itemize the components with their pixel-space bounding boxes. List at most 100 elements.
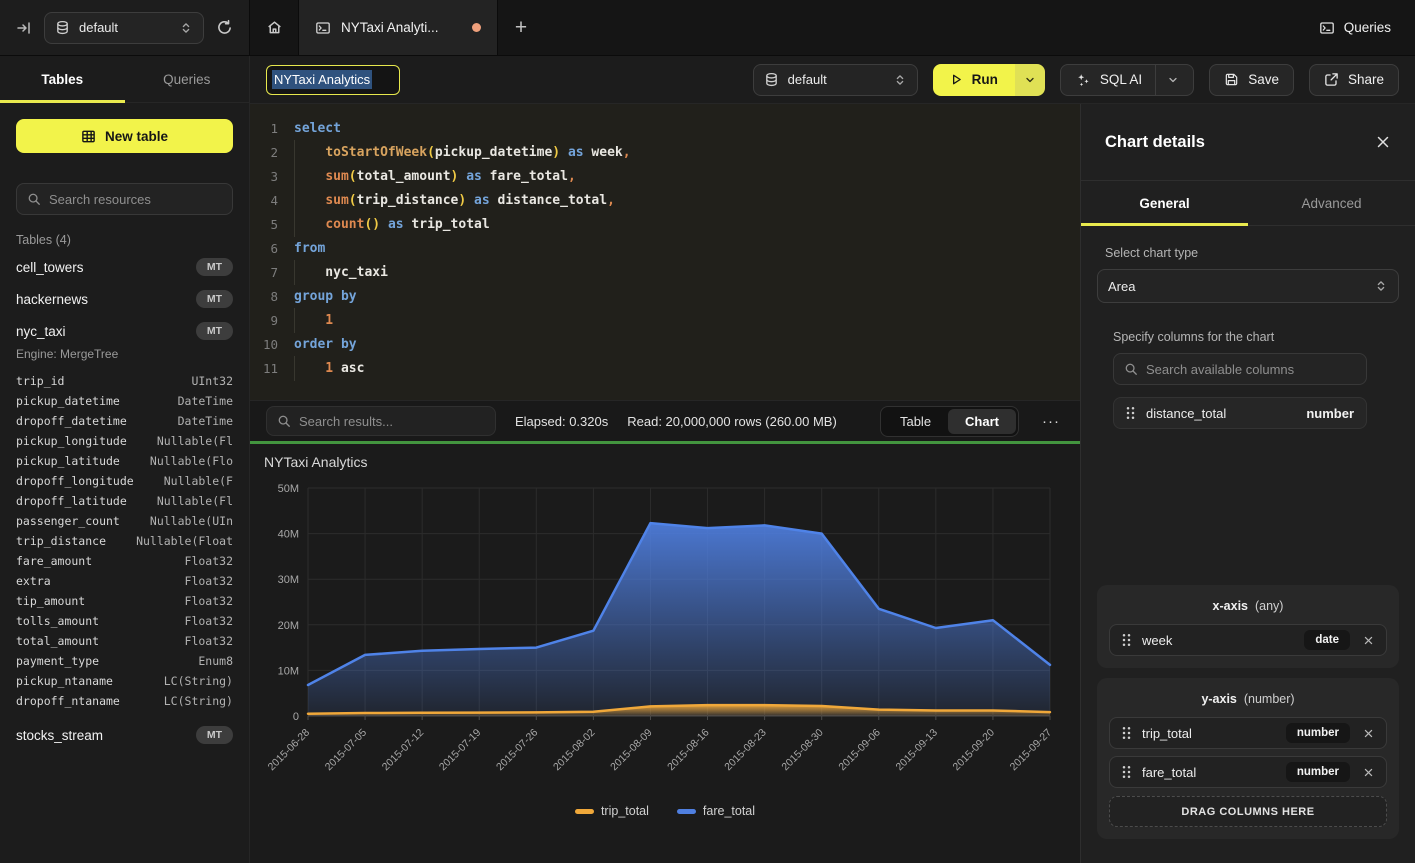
results-bar: Elapsed: 0.320s Read: 20,000,000 rows (2… — [250, 400, 1080, 441]
svg-text:2015-09-06: 2015-09-06 — [836, 727, 883, 774]
line-number: 9 — [250, 313, 294, 328]
table-item-cell-towers[interactable]: cell_towers MT — [0, 251, 249, 283]
share-button[interactable]: Share — [1309, 64, 1399, 96]
table-item-hackernews[interactable]: hackernews MT — [0, 283, 249, 315]
editor-line: 9 1 — [250, 308, 1080, 332]
legend-item-trip_total[interactable]: trip_total — [575, 804, 649, 818]
sidebar: Tables Queries New table Tables (4) cell… — [0, 56, 250, 863]
new-table-button[interactable]: New table — [16, 119, 233, 153]
remove-column-icon[interactable] — [1361, 728, 1374, 739]
table-item-stocks-stream[interactable]: stocks_stream MT — [0, 719, 249, 751]
drag-handle-icon[interactable] — [1122, 726, 1131, 740]
resource-search[interactable] — [16, 183, 233, 215]
collapse-sidebar-icon[interactable] — [16, 20, 32, 36]
columns-group: Specify columns for the chart distance_t… — [1113, 330, 1367, 429]
svg-text:2015-09-13: 2015-09-13 — [893, 727, 940, 774]
refresh-icon[interactable] — [216, 19, 233, 36]
drop-zone[interactable]: DRAG COLUMNS HERE — [1109, 796, 1387, 827]
search-icon — [1124, 362, 1138, 376]
save-button[interactable]: Save — [1209, 64, 1294, 96]
column-row: pickup_datetime DateTime — [16, 391, 233, 411]
column-chip-distance_total[interactable]: distance_totalnumber — [1113, 397, 1367, 429]
query-tab[interactable]: NYTaxi Analyti... — [298, 0, 498, 55]
more-options-icon[interactable]: ··· — [1038, 413, 1064, 430]
view-toggle-chart[interactable]: Chart — [948, 409, 1016, 434]
svg-text:2015-08-23: 2015-08-23 — [722, 727, 769, 774]
column-row: trip_distance Nullable(Float — [16, 531, 233, 551]
column-type: Nullable(Fl — [157, 491, 233, 511]
remove-column-icon[interactable] — [1361, 635, 1374, 646]
column-type: Nullable(Flo — [150, 451, 233, 471]
column-type: Nullable(F — [164, 471, 233, 491]
add-tab-button[interactable]: + — [498, 0, 544, 55]
svg-text:2015-09-27: 2015-09-27 — [1008, 727, 1055, 774]
run-button[interactable]: Run — [933, 64, 1045, 96]
column-row: pickup_ntaname LC(String) — [16, 671, 233, 691]
active-tab-underline — [0, 100, 125, 103]
column-name: pickup_datetime — [16, 391, 120, 411]
query-title-input[interactable]: NYTaxi Analytics — [266, 65, 400, 95]
column-row: payment_type Enum8 — [16, 651, 233, 671]
drag-handle-icon[interactable] — [1122, 765, 1131, 779]
database-icon — [764, 72, 779, 87]
queries-icon — [1319, 20, 1335, 36]
nyc-taxi-columns: trip_id UInt32pickup_datetime DateTimedr… — [0, 367, 249, 719]
sql-editor[interactable]: 1select2 toStartOfWeek(pickup_datetime) … — [250, 104, 1080, 400]
column-type: DateTime — [178, 411, 233, 431]
results-search[interactable] — [266, 406, 496, 436]
line-number: 2 — [250, 145, 294, 160]
column-row: tip_amount Float32 — [16, 591, 233, 611]
line-number: 10 — [250, 337, 294, 352]
view-toggle-table[interactable]: Table — [883, 409, 948, 434]
sidebar-tab-tables[interactable]: Tables — [0, 56, 125, 102]
save-icon — [1224, 72, 1239, 87]
table-item-nyc-taxi[interactable]: nyc_taxi MT — [0, 315, 249, 347]
code-text: 1 asc — [294, 361, 364, 376]
columns-search[interactable] — [1113, 353, 1367, 385]
chart-title: NYTaxi Analytics — [264, 454, 367, 470]
table-name: hackernews — [16, 292, 88, 307]
resource-search-input[interactable] — [49, 192, 225, 207]
divider — [1155, 65, 1156, 95]
svg-text:2015-08-16: 2015-08-16 — [665, 727, 712, 774]
sql-ai-button[interactable]: SQL AI — [1060, 64, 1194, 96]
svg-text:0: 0 — [293, 711, 299, 723]
active-tab-underline — [1081, 223, 1248, 226]
close-icon[interactable] — [1375, 134, 1391, 150]
column-row: tolls_amount Float32 — [16, 611, 233, 631]
query-title-text: NYTaxi Analytics — [272, 70, 372, 89]
column-chip-trip_total[interactable]: trip_totalnumber — [1109, 717, 1387, 749]
column-type: Float32 — [185, 571, 233, 591]
editor-line: 10order by — [250, 332, 1080, 356]
query-database-selector[interactable]: default — [753, 64, 918, 96]
chevron-down-icon[interactable] — [1167, 74, 1179, 86]
column-name: trip_id — [16, 371, 64, 391]
drag-handle-icon[interactable] — [1126, 406, 1135, 420]
database-selector[interactable]: default — [44, 12, 204, 44]
home-tab-button[interactable] — [250, 0, 298, 55]
drag-handle-icon[interactable] — [1122, 633, 1131, 647]
run-options-caret[interactable] — [1015, 64, 1045, 96]
chart-type-selector[interactable]: Area — [1097, 269, 1399, 303]
column-row: dropoff_longitude Nullable(F — [16, 471, 233, 491]
tab-general[interactable]: General — [1081, 181, 1248, 225]
svg-text:20M: 20M — [278, 620, 299, 632]
queries-button[interactable]: Queries — [1295, 0, 1415, 55]
columns-search-input[interactable] — [1146, 362, 1356, 377]
column-chip-fare_total[interactable]: fare_totalnumber — [1109, 756, 1387, 788]
column-name: trip_distance — [16, 531, 106, 551]
code-text: 1 — [294, 313, 333, 328]
column-row: dropoff_datetime DateTime — [16, 411, 233, 431]
column-row: pickup_latitude Nullable(Flo — [16, 451, 233, 471]
results-search-input[interactable] — [299, 414, 485, 429]
remove-column-icon[interactable] — [1361, 767, 1374, 778]
legend-item-fare_total[interactable]: fare_total — [677, 804, 755, 818]
column-name: tolls_amount — [16, 611, 99, 631]
code-text: sum(total_amount) as fare_total, — [294, 169, 576, 184]
y-axis-items: trip_totalnumber fare_totalnumber — [1109, 717, 1387, 788]
sidebar-tab-queries[interactable]: Queries — [125, 56, 250, 102]
tab-advanced[interactable]: Advanced — [1248, 181, 1415, 225]
rows-read: Read: 20,000,000 rows (260.00 MB) — [627, 414, 837, 429]
column-chip-week[interactable]: weekdate — [1109, 624, 1387, 656]
code-text: sum(trip_distance) as distance_total, — [294, 193, 615, 208]
